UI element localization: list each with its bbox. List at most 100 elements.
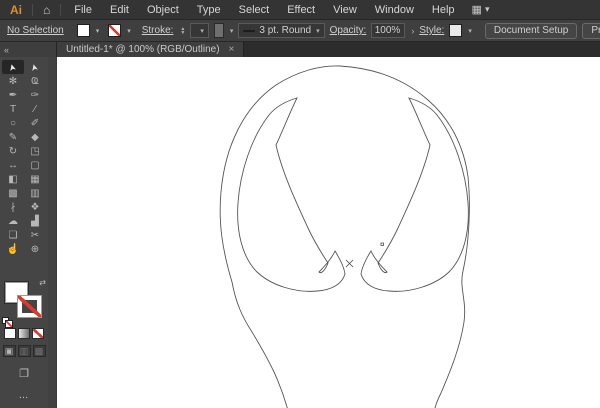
toolbar-collapse[interactable]: « — [0, 42, 57, 57]
default-fill-stroke-icon[interactable] — [2, 317, 9, 324]
gradient-icon: ▥ — [30, 188, 39, 199]
artwork-outline-view — [57, 57, 600, 408]
fill-chevron-icon[interactable]: ▾ — [96, 27, 100, 35]
pen-icon: ✒ — [9, 90, 17, 101]
menu-file[interactable]: File — [65, 4, 101, 16]
stroke-weight-stepper[interactable]: ▲ ▼ — [180, 27, 185, 35]
menu-help[interactable]: Help — [423, 4, 464, 16]
none-button[interactable] — [32, 328, 44, 339]
draw-behind-button[interactable]: ▥ — [18, 345, 31, 357]
stepper-down-icon[interactable]: ▼ — [180, 31, 185, 35]
style-label[interactable]: Style: — [419, 25, 444, 36]
scale-icon: ◳ — [30, 146, 39, 157]
gradient-button[interactable] — [18, 328, 30, 339]
tool-column-graph[interactable]: ▟ — [24, 214, 46, 228]
opacity-label[interactable]: Opacity: — [330, 25, 367, 36]
tool-eyedropper[interactable]: ∤ — [2, 200, 24, 214]
tool-eraser[interactable]: ◆ — [24, 130, 46, 144]
line-segment-icon: ∕ — [34, 104, 36, 115]
tool-pencil[interactable]: ✎ — [2, 130, 24, 144]
eraser-icon: ◆ — [31, 132, 39, 143]
tool-blend[interactable]: ❖ — [24, 200, 46, 214]
selection-status: No Selection — [7, 25, 64, 36]
brush-definition-value: 3 pt. Round — [259, 25, 311, 36]
stroke-color-swatch[interactable] — [18, 296, 41, 317]
style-swatch[interactable] — [449, 24, 462, 37]
rotate-icon: ↻ — [9, 146, 17, 157]
stroke-label[interactable]: Stroke: — [142, 25, 174, 36]
tool-magic-wand[interactable]: ✻ — [2, 74, 24, 88]
tool-curvature[interactable]: ✑ — [24, 88, 46, 102]
head-outline-path[interactable] — [220, 66, 469, 408]
tool-gradient[interactable]: ▥ — [24, 186, 46, 200]
shape-builder-icon: ◧ — [8, 174, 17, 185]
tool-direct-selection[interactable]: ➤ — [24, 60, 46, 74]
chevron-down-icon: ▾ — [200, 27, 204, 35]
tool-width[interactable]: ↔ — [2, 158, 24, 172]
preferences-button[interactable]: Preferences — [582, 23, 600, 39]
pencil-icon: ✎ — [9, 132, 17, 143]
tool-type[interactable]: T — [2, 102, 24, 116]
tool-slice[interactable]: ✂ — [24, 228, 46, 242]
tool-pen[interactable]: ✒ — [2, 88, 24, 102]
tool-ellipse[interactable]: ○ — [2, 116, 24, 130]
brush-definition-dropdown[interactable]: 3 pt. Round ▾ — [238, 23, 324, 38]
menu-window[interactable]: Window — [366, 4, 423, 16]
left-horn-path[interactable] — [238, 98, 345, 291]
eyedropper-icon: ∤ — [11, 202, 16, 213]
main-area: ➤ ➤ ✻ Ҩ ✒ ✑ T ∕ ○ ✐ ✎ ◆ ↻ ◳ ↔ ▢ — [0, 57, 600, 408]
right-horn-path[interactable] — [361, 98, 468, 291]
menu-view[interactable]: View — [324, 4, 366, 16]
tool-perspective-grid[interactable]: ▦ — [24, 172, 46, 186]
tool-shape-builder[interactable]: ◧ — [2, 172, 24, 186]
document-tab[interactable]: Untitled-1* @ 100% (RGB/Outline) × — [57, 42, 244, 57]
tool-artboard[interactable]: ❏ — [2, 228, 24, 242]
tool-rotate[interactable]: ↻ — [2, 144, 24, 158]
stroke-weight-dropdown[interactable]: ▾ — [190, 23, 209, 38]
close-icon[interactable]: × — [229, 44, 235, 55]
zoom-icon: ⊕ — [31, 244, 39, 255]
tool-selection[interactable]: ➤ — [2, 60, 24, 74]
collapse-double-arrow-icon: « — [4, 45, 9, 55]
draw-normal-button[interactable]: ▣ — [3, 345, 16, 357]
menu-edit[interactable]: Edit — [101, 4, 138, 16]
opacity-chevron-icon[interactable]: › — [411, 26, 414, 36]
home-icon[interactable]: ⌂ — [37, 3, 56, 17]
menu-select[interactable]: Select — [230, 4, 279, 16]
workspace-switcher[interactable]: ▦ ▾ — [472, 3, 490, 16]
menu-object[interactable]: Object — [138, 4, 188, 16]
draw-inside-button[interactable]: ▩ — [33, 345, 46, 357]
tool-symbol-sprayer[interactable]: ☁ — [2, 214, 24, 228]
tool-line-segment[interactable]: ∕ — [24, 102, 46, 116]
tool-paintbrush[interactable]: ✐ — [24, 116, 46, 130]
profile-chevron-icon[interactable]: ▾ — [230, 27, 234, 35]
canvas[interactable] — [57, 57, 600, 408]
tool-free-transform[interactable]: ▢ — [24, 158, 46, 172]
stroke-swatch[interactable] — [108, 24, 121, 37]
fill-swatch[interactable] — [77, 24, 90, 37]
style-chevron-icon[interactable]: ▾ — [468, 27, 472, 35]
menu-effect[interactable]: Effect — [278, 4, 324, 16]
width-profile-dropdown[interactable] — [214, 23, 224, 38]
symbol-sprayer-icon: ☁ — [8, 216, 18, 227]
screen-mode-button[interactable]: ❐ — [19, 367, 29, 380]
stroke-chevron-icon[interactable]: ▾ — [127, 27, 131, 35]
tool-mesh[interactable]: ▩ — [2, 186, 24, 200]
lasso-icon: Ҩ — [31, 76, 39, 87]
width-tool-icon: ↔ — [8, 160, 18, 171]
menu-type[interactable]: Type — [188, 4, 230, 16]
swap-fill-stroke-icon[interactable]: ⇄ — [39, 278, 46, 287]
tool-lasso[interactable]: Ҩ — [24, 74, 46, 88]
tab-bar: « Untitled-1* @ 100% (RGB/Outline) × — [0, 42, 600, 57]
more-tools-button[interactable]: … — [19, 390, 30, 401]
color-button[interactable] — [4, 328, 16, 339]
opacity-field[interactable]: 100% — [371, 23, 405, 38]
tool-scale[interactable]: ◳ — [24, 144, 46, 158]
magic-wand-icon: ✻ — [9, 76, 17, 87]
document-setup-button[interactable]: Document Setup — [485, 23, 578, 39]
tool-hand[interactable]: ☝ — [2, 242, 24, 256]
drawing-modes-row: ▣ ▥ ▩ — [3, 345, 46, 357]
control-bar: No Selection ▾ ▾ Stroke: ▲ ▼ ▾ ▾ 3 pt. R… — [0, 20, 600, 42]
workspace-grid-icon: ▦ — [472, 3, 482, 16]
tool-zoom[interactable]: ⊕ — [24, 242, 46, 256]
